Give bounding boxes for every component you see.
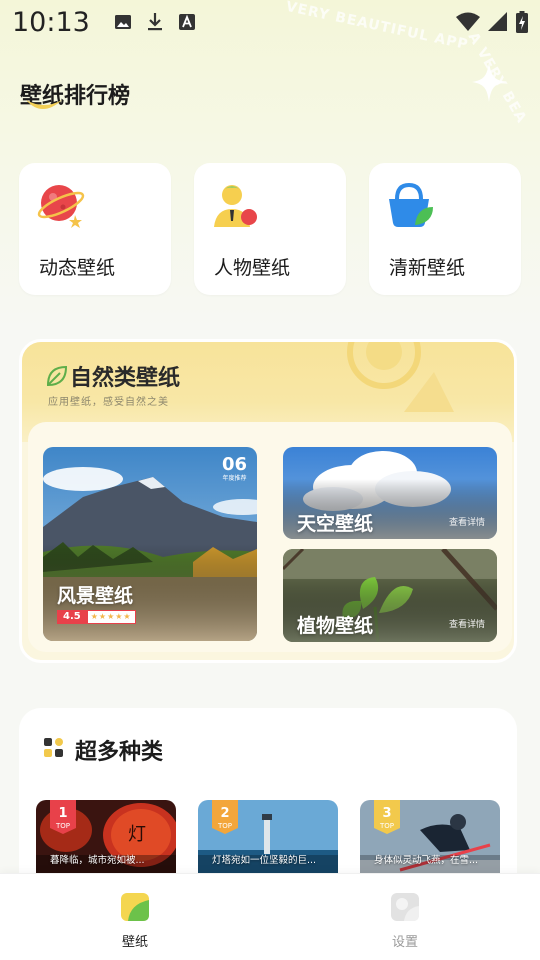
category-card-fresh[interactable]: 清新壁纸: [369, 163, 521, 295]
category-label: 人物壁纸: [214, 257, 291, 279]
top-item-caption: 灯塔宛如一位坚毅的巨...: [212, 855, 317, 866]
leaf-icon: [46, 365, 68, 387]
top-item-caption: 身体似灵动飞燕，在雪...: [374, 855, 479, 866]
settings-icon: [391, 893, 419, 921]
plant-label: 植物壁纸: [297, 615, 374, 637]
moon-decoration-icon: [26, 100, 62, 109]
nav-item-wallpaper[interactable]: 壁纸: [95, 892, 175, 950]
rating-stars: ★★★★★: [86, 610, 136, 624]
category-card-dynamic[interactable]: 动态壁纸: [19, 163, 171, 295]
number-badge: 06 年度推荐: [222, 455, 247, 483]
planet-icon: [37, 185, 85, 228]
rank-number: 1: [58, 806, 67, 821]
plant-detail-link[interactable]: 查看详情: [449, 617, 485, 630]
landscape-wallpaper-card[interactable]: 06 年度推荐 风景壁纸 4.5 ★★★★★: [43, 447, 257, 641]
status-bar: 10:13: [0, 0, 540, 44]
rank-tag: TOP: [217, 822, 232, 830]
basket-icon: [389, 182, 433, 227]
sparkle-icon: [472, 62, 506, 102]
nav-label: 设置: [391, 935, 418, 950]
battery-icon: [516, 11, 528, 33]
bottom-nav: 壁纸 设置: [0, 873, 540, 960]
nav-item-settings[interactable]: 设置: [365, 892, 445, 950]
plant-wallpaper-card[interactable]: 植物壁纸 查看详情: [283, 549, 497, 642]
wallpaper-icon: [121, 893, 149, 921]
rank-tag: TOP: [55, 822, 70, 830]
svg-text:灯: 灯: [128, 824, 146, 845]
sky-wallpaper-card[interactable]: 天空壁纸 查看详情: [283, 447, 497, 539]
image-icon: [114, 15, 131, 29]
nature-section-subtitle: 应用壁纸，感受自然之美: [48, 397, 169, 408]
grid-icon: [44, 738, 63, 757]
wifi-icon: [456, 12, 480, 31]
text-a-icon: [178, 14, 195, 30]
sky-label: 天空壁纸: [297, 513, 374, 535]
category-label: 清新壁纸: [389, 257, 466, 279]
nature-section-title: 自然类壁纸: [70, 366, 181, 391]
rank-number: 2: [220, 806, 229, 821]
status-time: 10:13: [12, 6, 90, 38]
sky-detail-link[interactable]: 查看详情: [449, 515, 485, 528]
category-label: 动态壁纸: [39, 257, 116, 279]
badge-subtext: 年度推荐: [222, 475, 247, 482]
rating-score: 4.5: [57, 610, 87, 624]
nav-label: 壁纸: [121, 935, 148, 950]
rank-badge-icon: 1 TOP: [50, 800, 76, 834]
more-categories-title: 超多种类: [75, 740, 164, 765]
person-icon: [214, 185, 257, 227]
landscape-label: 风景壁纸: [57, 585, 134, 607]
download-icon: [147, 13, 162, 31]
rank-badge-icon: 2 TOP: [212, 800, 238, 834]
signal-icon: [488, 12, 507, 31]
rank-tag: TOP: [379, 822, 394, 830]
rating-badge: 4.5 ★★★★★: [57, 610, 136, 624]
decor-circles-icon: [347, 342, 454, 412]
rank-number: 3: [382, 806, 391, 821]
category-card-person[interactable]: 人物壁纸: [194, 163, 346, 295]
top-item-caption: 暮降临，城市宛如被...: [50, 855, 145, 866]
category-row: 动态壁纸 人物壁纸 清新壁纸: [19, 163, 521, 295]
badge-number: 06: [221, 454, 247, 475]
rank-badge-icon: 3 TOP: [374, 800, 400, 834]
